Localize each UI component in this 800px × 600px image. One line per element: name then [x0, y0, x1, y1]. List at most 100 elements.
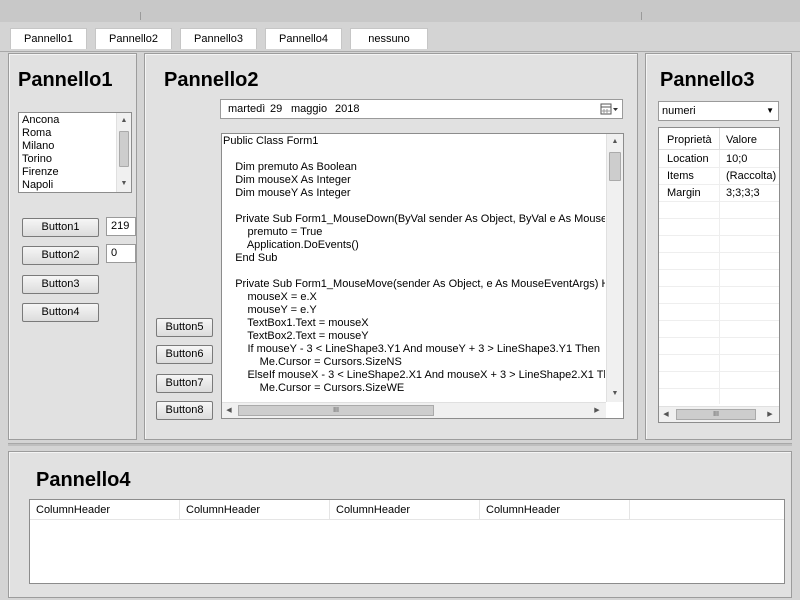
column-header[interactable]: ColumnHeader — [180, 500, 330, 520]
scroll-down-icon[interactable]: ▼ — [117, 176, 131, 192]
table-row[interactable] — [659, 286, 779, 304]
grid-cell-property: Location — [667, 153, 709, 165]
list-item[interactable]: Milano — [19, 140, 115, 153]
tab-pannello3[interactable]: Pannello3 — [180, 28, 257, 49]
scroll-up-icon[interactable]: ▲ — [117, 113, 131, 129]
list-view[interactable]: ColumnHeader ColumnHeader ColumnHeader C… — [29, 499, 785, 584]
grid-column-divider — [719, 320, 720, 337]
listbox-scrollbar[interactable]: ▲ ▼ — [116, 113, 131, 192]
panel-4-title: Pannello4 — [36, 469, 131, 491]
panel-1-title: Pannello1 — [18, 69, 113, 91]
table-row[interactable]: Location 10;0 — [659, 150, 779, 168]
table-row[interactable] — [659, 235, 779, 253]
panel-4: Pannello4 ColumnHeader ColumnHeader Colu… — [8, 451, 792, 598]
list-view-header: ColumnHeader ColumnHeader ColumnHeader C… — [30, 500, 784, 520]
table-row[interactable] — [659, 371, 779, 389]
scroll-thumb[interactable]: III — [238, 405, 434, 416]
grid-column-divider — [719, 286, 720, 303]
scroll-thumb[interactable] — [609, 152, 621, 181]
scroll-down-icon[interactable]: ▼ — [607, 386, 623, 402]
code-line: TextBox2.Text = mouseY — [223, 330, 369, 342]
property-grid[interactable]: Proprietà Valore Location 10;0 Items (Racco… — [658, 127, 780, 423]
code-line: mouseX = e.X — [223, 291, 317, 303]
button5[interactable]: Button5 — [156, 318, 213, 337]
code-horizontal-scrollbar[interactable]: ◀ III ▶ — [222, 402, 606, 418]
table-row[interactable] — [659, 218, 779, 236]
textbox2[interactable]: 0 — [106, 244, 136, 263]
table-row[interactable] — [659, 320, 779, 338]
code-line: TextBox1.Text = mouseX — [223, 317, 369, 329]
table-row[interactable] — [659, 303, 779, 321]
table-row[interactable] — [659, 337, 779, 355]
textbox1[interactable]: 219 — [106, 217, 136, 236]
grid-column-divider — [719, 388, 720, 404]
button4[interactable]: Button4 — [22, 303, 99, 322]
code-line: mouseY = e.Y — [223, 304, 317, 316]
button6[interactable]: Button6 — [156, 345, 213, 364]
calendar-dropdown-icon[interactable] — [599, 100, 619, 118]
column-header[interactable]: ColumnHeader — [480, 500, 630, 520]
grid-cell-value[interactable]: 10;0 — [726, 153, 747, 165]
scroll-left-icon[interactable]: ◀ — [222, 403, 236, 418]
button8[interactable]: Button8 — [156, 401, 213, 420]
grid-header-property: Proprietà — [667, 134, 712, 146]
scroll-right-icon[interactable]: ▶ — [590, 403, 604, 418]
panel-3: Pannello3 numeri ▼ Proprietà Valore Loca… — [645, 53, 792, 440]
scroll-up-icon[interactable]: ▲ — [607, 134, 623, 150]
code-line: Me.Cursor = Cursors.SizeWE — [223, 382, 405, 394]
table-row[interactable] — [659, 388, 779, 404]
splitter[interactable] — [8, 443, 792, 446]
chevron-down-icon[interactable]: ▼ — [766, 102, 774, 120]
city-listbox[interactable]: Ancona Roma Milano Torino Firenze Napoli… — [18, 112, 132, 193]
date-month: maggio — [291, 103, 328, 115]
grid-body: Location 10;0 Items (Raccolta) Margin 3;3;3;3 — [659, 150, 779, 404]
code-text-area[interactable]: Public Class Form1 Dim premuto As Boolea… — [223, 135, 605, 401]
grid-horizontal-scrollbar[interactable]: ◀ III ▶ — [659, 406, 779, 422]
button1[interactable]: Button1 — [22, 218, 99, 237]
column-header[interactable]: ColumnHeader — [30, 500, 180, 520]
date-weekday: martedì — [228, 103, 266, 115]
panel-3-title: Pannello3 — [660, 69, 755, 91]
numbers-combobox[interactable]: numeri ▼ — [658, 101, 779, 121]
table-row[interactable]: Items (Raccolta) — [659, 167, 779, 185]
column-header[interactable]: ColumnHeader — [330, 500, 480, 520]
button7[interactable]: Button7 — [156, 374, 213, 393]
list-item[interactable]: Firenze — [19, 166, 115, 179]
button3[interactable]: Button3 — [22, 275, 99, 294]
list-item[interactable]: Torino — [19, 153, 115, 166]
grid-column-divider — [719, 235, 720, 252]
button2[interactable]: Button2 — [22, 246, 99, 265]
code-textbox[interactable]: Public Class Form1 Dim premuto As Boolea… — [221, 133, 624, 419]
table-row[interactable]: Margin 3;3;3;3 — [659, 184, 779, 202]
combobox-value: numeri — [662, 105, 696, 117]
grid-cell-property: Items — [667, 170, 694, 182]
grid-column-divider — [719, 303, 720, 320]
grid-cell-value[interactable]: (Raccolta) — [726, 170, 776, 182]
scroll-right-icon[interactable]: ▶ — [763, 407, 777, 423]
code-line: ElseIf mouseX - 3 < LineShape2.X1 And mo… — [223, 369, 605, 381]
tab-strip: Pannello1 Pannello2 Pannello3 Pannello4 … — [0, 22, 800, 52]
table-row[interactable] — [659, 269, 779, 287]
panel-2-title: Pannello2 — [164, 69, 259, 91]
list-item[interactable]: Roma — [19, 127, 115, 140]
table-row[interactable] — [659, 252, 779, 270]
scroll-thumb[interactable]: III — [676, 409, 756, 420]
table-row[interactable] — [659, 201, 779, 219]
panel-2: Pannello2 martedì 29 maggio 2018 Button5… — [144, 53, 638, 440]
tab-pannello1[interactable]: Pannello1 — [10, 28, 87, 49]
list-item[interactable]: Napoli — [19, 179, 115, 192]
list-item[interactable]: Ancona — [19, 114, 115, 127]
scroll-left-icon[interactable]: ◀ — [659, 407, 673, 423]
scroll-thumb[interactable] — [119, 131, 129, 167]
grid-cell-value[interactable]: 3;3;3;3 — [726, 187, 760, 199]
tab-pannello2[interactable]: Pannello2 — [95, 28, 172, 49]
date-day: 29 — [270, 103, 283, 115]
code-line: End Sub — [223, 252, 278, 264]
date-picker[interactable]: martedì 29 maggio 2018 — [220, 99, 623, 119]
table-row[interactable] — [659, 354, 779, 372]
code-vertical-scrollbar[interactable]: ▲ ▼ — [606, 134, 623, 402]
tab-pannello4[interactable]: Pannello4 — [265, 28, 342, 49]
tab-nessuno[interactable]: nessuno — [350, 28, 428, 49]
